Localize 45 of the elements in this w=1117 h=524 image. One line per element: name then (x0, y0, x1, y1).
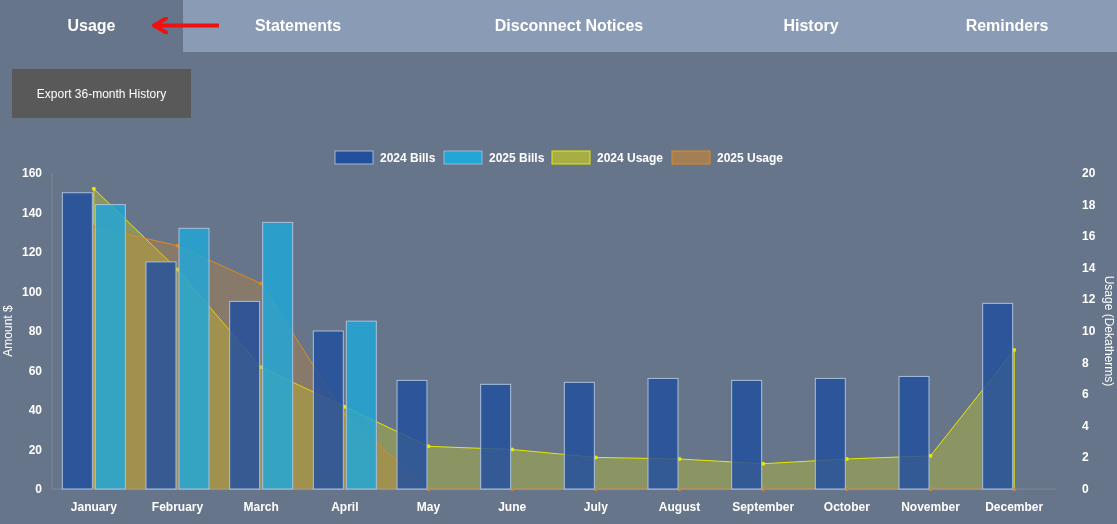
legend-label: 2024 Usage (597, 151, 664, 165)
axis-tick-label: 100 (21, 284, 42, 299)
axis-tick-label: 18 (1082, 197, 1096, 212)
axis-tick-label: 0 (35, 482, 42, 496)
axis-tick-label: 6 (1082, 387, 1089, 402)
axis-tick-label: 20 (28, 442, 42, 457)
axis-tick-label: September (732, 500, 795, 514)
axis-tick-label: 120 (21, 245, 42, 259)
axis-tick-label: 160 (21, 166, 42, 180)
axis-tick-label: 8 (1082, 355, 1089, 370)
axis-tick-label: 40 (28, 403, 42, 417)
axis-tick-label: 60 (28, 363, 42, 378)
axis-title: Amount $ (1, 305, 15, 357)
axis-tick-label: August (658, 500, 701, 514)
tab[interactable]: Usage (0, 0, 183, 52)
axis-tick-label: 20 (1082, 166, 1096, 180)
axis-tick-label: 10 (1082, 324, 1096, 338)
axis-tick-label: February (151, 500, 204, 514)
legend-item[interactable]: 2024 Usage (551, 150, 664, 165)
legend-label: 2025 Bills (489, 151, 545, 165)
axis-tick-label: July (583, 500, 608, 514)
axis-tick-label: April (331, 500, 359, 514)
axis-tick-label: October (823, 500, 870, 514)
legend-label: 2024 Bills (380, 151, 436, 165)
axis-tick-label: 140 (21, 205, 42, 220)
axis-tick-label: June (498, 500, 527, 514)
axis-tick-label: May (416, 500, 441, 514)
legend-item[interactable]: 2025 Bills (443, 150, 545, 165)
axis-tick-label: January (70, 500, 117, 514)
axis-tick-label: 14 (1082, 260, 1096, 275)
legend-item[interactable]: 2024 Bills (334, 150, 436, 165)
axis-tick-label: 4 (1082, 418, 1089, 433)
axis-tick-label: March (243, 500, 279, 514)
axis-tick-label: 12 (1082, 292, 1096, 307)
axis-tick-label: 2 (1082, 450, 1089, 465)
export-button[interactable]: Export 36-month History (12, 69, 191, 118)
legend-label: 2025 Usage (717, 151, 784, 165)
axis-tick-label: November (901, 500, 960, 514)
legend-item[interactable]: 2025 Usage (671, 150, 784, 165)
axis-tick-label: December (985, 500, 1044, 514)
axis-tick-label: 16 (1082, 229, 1096, 244)
axis-title: Usage (Dekatherms) (1102, 275, 1116, 387)
axis-tick-label: 0 (1082, 482, 1089, 496)
axis-tick-label: 80 (28, 324, 42, 338)
arrow-icon (152, 17, 219, 34)
